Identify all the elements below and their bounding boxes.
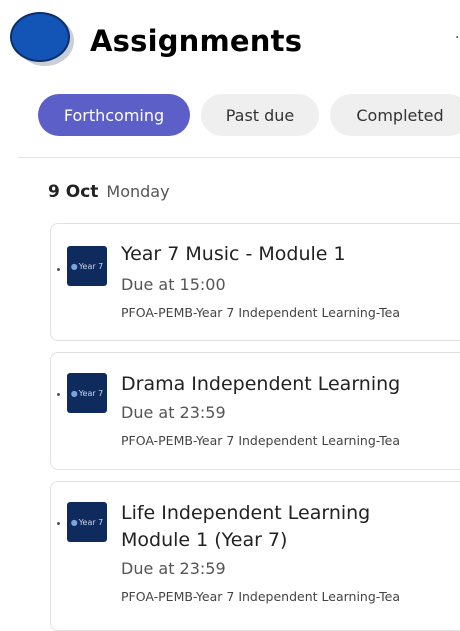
avatar-icon bbox=[10, 12, 70, 62]
user-avatar[interactable] bbox=[10, 12, 74, 66]
team-logo-text: Year 7 bbox=[78, 261, 104, 271]
team-logo-text: Year 7 bbox=[78, 517, 104, 527]
divider bbox=[18, 157, 460, 158]
weekday-label: Monday bbox=[106, 182, 170, 201]
bullet-dot bbox=[57, 522, 60, 525]
assignment-title: Life Independent Learning Module 1 (Year… bbox=[121, 502, 371, 551]
date-group-header: 9 Oct Monday bbox=[48, 182, 170, 202]
assignment-title: Drama Independent Learning bbox=[121, 373, 401, 395]
due-time: Due at 15:00 bbox=[121, 275, 226, 294]
tab-past-due[interactable]: Past due bbox=[201, 94, 319, 136]
assignment-card[interactable]: ● Year 7 Life Independent Learning Module… bbox=[50, 481, 460, 631]
team-logo-icon: ● Year 7 bbox=[67, 246, 107, 286]
due-time: Due at 23:59 bbox=[121, 403, 226, 422]
assignment-title: Year 7 Music - Module 1 bbox=[121, 243, 346, 265]
team-name: PFOA-PEMB-Year 7 Independent Learning-Te… bbox=[121, 305, 401, 320]
team-logo-icon: ● Year 7 bbox=[67, 373, 107, 413]
assignment-card[interactable]: ● Year 7 Year 7 Music - Module 1 Due at 1… bbox=[50, 223, 460, 341]
team-logo-icon: ● Year 7 bbox=[67, 502, 107, 542]
page-title: Assignments bbox=[90, 24, 303, 58]
due-time: Due at 23:59 bbox=[121, 559, 226, 578]
team-name: PFOA-PEMB-Year 7 Independent Learning-Te… bbox=[121, 433, 401, 448]
bullet-dot bbox=[57, 393, 60, 396]
tab-completed[interactable]: Completed bbox=[330, 94, 460, 136]
bullet-dot bbox=[57, 268, 60, 271]
tab-forthcoming[interactable]: Forthcoming bbox=[38, 94, 190, 136]
more-options-icon[interactable]: · bbox=[455, 30, 459, 46]
date-label: 9 Oct bbox=[48, 182, 99, 202]
assignment-card[interactable]: ● Year 7 Drama Independent Learning Due a… bbox=[50, 352, 460, 470]
team-name: PFOA-PEMB-Year 7 Independent Learning-Te… bbox=[121, 589, 401, 604]
app-header: Assignments · bbox=[0, 0, 460, 90]
team-logo-text: Year 7 bbox=[78, 388, 104, 398]
